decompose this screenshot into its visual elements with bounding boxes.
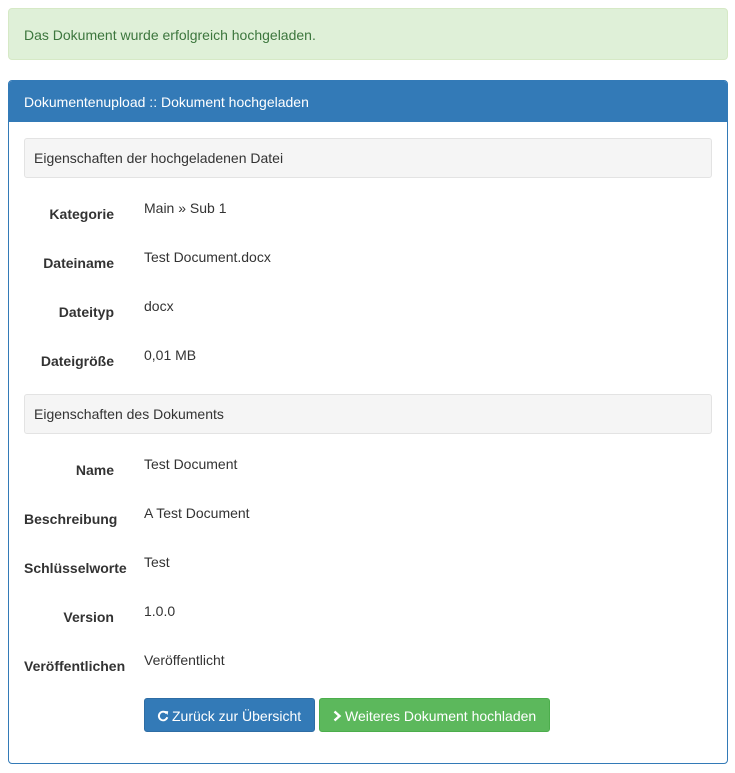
- field-dateiname: Dateiname Test Document.docx: [24, 249, 712, 273]
- field-beschreibung: Beschreibung A Test Document: [24, 505, 712, 529]
- field-dateityp: Dateityp docx: [24, 298, 712, 322]
- field-value: Veröffentlicht: [144, 652, 225, 668]
- field-dateigroesse: Dateigröße 0,01 MB: [24, 347, 712, 371]
- field-schluesselworte: Schlüsselworte Test: [24, 554, 712, 578]
- field-label: Beschreibung: [24, 511, 118, 527]
- field-name: Name Test Document: [24, 456, 712, 480]
- field-value: Test Document: [144, 456, 238, 472]
- field-label: Schlüsselworte: [24, 560, 127, 576]
- field-label: Dateigröße: [40, 353, 114, 369]
- field-label: Dateityp: [58, 304, 114, 320]
- field-label: Dateiname: [43, 255, 114, 271]
- panel-title: Dokumentenupload :: Dokument hochgeladen: [24, 94, 309, 110]
- document-properties-title: Eigenschaften des Dokuments: [34, 406, 224, 422]
- field-veroeffentlichen: Veröffentlichen Veröffentlicht: [24, 652, 712, 676]
- field-label: Name: [75, 462, 114, 478]
- field-kategorie: Kategorie Main » Sub 1: [24, 200, 712, 224]
- refresh-icon: [157, 706, 169, 726]
- back-to-overview-button[interactable]: Zurück zur Übersicht: [144, 698, 315, 732]
- field-value: Test: [144, 554, 170, 570]
- chevron-right-icon: [332, 706, 342, 726]
- document-properties-header: Eigenschaften des Dokuments: [24, 394, 712, 434]
- success-alert: Das Dokument wurde erfolgreich hochgelad…: [8, 8, 728, 60]
- field-label: Kategorie: [49, 206, 114, 222]
- field-value: Test Document.docx: [144, 249, 271, 265]
- field-value: Main » Sub 1: [144, 200, 227, 216]
- field-value: docx: [144, 298, 174, 314]
- panel-heading: Dokumentenupload :: Dokument hochgeladen: [9, 81, 727, 122]
- field-label: Version: [63, 609, 114, 625]
- file-properties-header: Eigenschaften der hochgeladenen Datei: [24, 138, 712, 178]
- file-properties-title: Eigenschaften der hochgeladenen Datei: [34, 150, 284, 166]
- field-value: 0,01 MB: [144, 347, 197, 363]
- field-value: 1.0.0: [144, 603, 176, 619]
- upload-panel: Dokumentenupload :: Dokument hochgeladen…: [8, 80, 728, 764]
- field-version: Version 1.0.0: [24, 603, 712, 627]
- field-label: Veröffentlichen: [24, 658, 126, 674]
- upload-another-document-button[interactable]: Weiteres Dokument hochladen: [319, 698, 550, 732]
- back-to-overview-label: Zurück zur Übersicht: [172, 708, 302, 724]
- upload-another-document-label: Weiteres Dokument hochladen: [345, 708, 537, 724]
- field-value: A Test Document: [144, 505, 250, 521]
- success-message: Das Dokument wurde erfolgreich hochgelad…: [24, 27, 316, 43]
